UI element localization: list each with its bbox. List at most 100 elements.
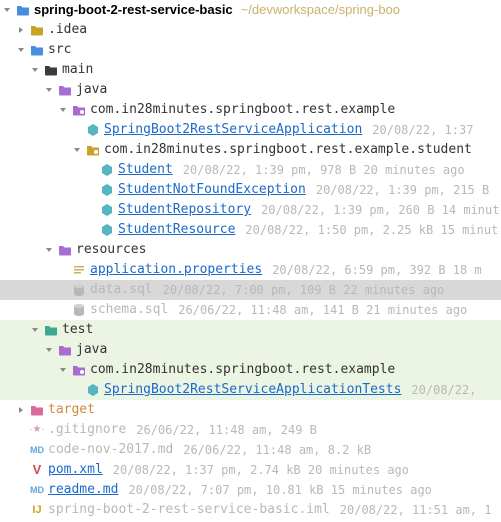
file-meta: 20/08/22, 1:50 pm, 2.25 kB 15 minut <box>235 220 498 240</box>
tree-label: code-nov-2017.md <box>46 440 173 460</box>
folder-main[interactable]: main <box>0 60 501 80</box>
file-meta: ~/devworkspace/spring-boo <box>233 0 400 20</box>
class-app[interactable]: SpringBoot2RestServiceApplication20/08/2… <box>0 120 501 140</box>
tree-label: com.in28minutes.springboot.rest.example.… <box>102 140 472 160</box>
folder-idea[interactable]: .idea <box>0 20 501 40</box>
properties-file-icon <box>70 264 88 276</box>
maven-icon: V <box>28 460 46 480</box>
file-meta: 20/08/22, 1:37 pm, 2.74 kB 20 minutes ag… <box>103 460 409 480</box>
tree-label: target <box>46 400 95 420</box>
class-student[interactable]: Student20/08/22, 1:39 pm, 978 B 20 minut… <box>0 160 501 180</box>
class-icon <box>98 223 116 237</box>
file-meta: 26/06/22, 11:48 am, 249 B <box>126 420 317 440</box>
tree-label: StudentNotFoundException <box>116 180 306 200</box>
class-icon <box>98 183 116 197</box>
class-student-res[interactable]: StudentResource20/08/22, 1:50 pm, 2.25 k… <box>0 220 501 240</box>
class-icon <box>98 163 116 177</box>
markdown-icon: MD <box>28 480 46 500</box>
resources-folder-icon <box>56 244 74 256</box>
chevron-down-icon[interactable] <box>0 6 14 14</box>
package-test[interactable]: com.in28minutes.springboot.rest.example <box>0 360 501 380</box>
class-icon <box>84 123 102 137</box>
chevron-down-icon[interactable] <box>56 106 70 114</box>
package-student[interactable]: com.in28minutes.springboot.rest.example.… <box>0 140 501 160</box>
tree-label: SpringBoot2RestServiceApplicationTests <box>102 380 401 400</box>
chevron-down-icon[interactable] <box>56 366 70 374</box>
folder-icon <box>28 44 46 56</box>
tree-label: test <box>60 320 93 340</box>
folder-icon <box>28 404 46 416</box>
sql-file-icon <box>70 303 88 317</box>
tree-label: readme.md <box>46 480 118 500</box>
markdown-icon: MD <box>28 440 46 460</box>
chevron-right-icon[interactable] <box>14 26 28 34</box>
file-gitignore[interactable]: ·★·.gitignore26/06/22, 11:48 am, 249 B <box>0 420 501 440</box>
interface-icon <box>98 203 116 217</box>
gitignore-icon: ·★· <box>28 420 46 440</box>
file-app-props[interactable]: application.properties20/08/22, 6:59 pm,… <box>0 260 501 280</box>
folder-java[interactable]: java <box>0 80 501 100</box>
class-icon <box>84 383 102 397</box>
file-schema-sql[interactable]: schema.sql26/06/22, 11:48 am, 141 B 21 m… <box>0 300 501 320</box>
tree-label: src <box>46 40 71 60</box>
chevron-down-icon[interactable] <box>42 86 56 94</box>
chevron-down-icon[interactable] <box>28 66 42 74</box>
sql-file-icon <box>70 283 88 297</box>
file-pom[interactable]: Vpom.xml20/08/22, 1:37 pm, 2.74 kB 20 mi… <box>0 460 501 480</box>
chevron-down-icon[interactable] <box>14 46 28 54</box>
tree-label: pom.xml <box>46 460 103 480</box>
tree-label: SpringBoot2RestServiceApplication <box>102 120 362 140</box>
file-code-md[interactable]: MDcode-nov-2017.md26/06/22, 11:48 am, 8.… <box>0 440 501 460</box>
folder-resources[interactable]: resources <box>0 240 501 260</box>
file-meta: 20/08/22, 7:00 pm, 109 B 22 minutes ago <box>153 280 445 300</box>
chevron-down-icon[interactable] <box>42 246 56 254</box>
chevron-down-icon[interactable] <box>42 346 56 354</box>
file-meta: 26/06/22, 11:48 am, 8.2 kB <box>173 440 371 460</box>
tree-label: application.properties <box>88 260 262 280</box>
project-folder-icon <box>14 4 32 16</box>
class-test[interactable]: SpringBoot2RestServiceApplicationTests20… <box>0 380 501 400</box>
folder-src[interactable]: src <box>0 40 501 60</box>
project-tree: spring-boot-2-rest-service-basic~/devwor… <box>0 0 501 520</box>
tree-label: java <box>74 80 107 100</box>
tree-label: StudentResource <box>116 220 235 240</box>
package-example[interactable]: com.in28minutes.springboot.rest.example <box>0 100 501 120</box>
tree-label: com.in28minutes.springboot.rest.example <box>88 360 395 380</box>
tree-label: Student <box>116 160 173 180</box>
tree-label: StudentRepository <box>116 200 251 220</box>
file-meta: 20/08/22, 1:37 <box>362 120 473 140</box>
java-folder-icon <box>56 84 74 96</box>
tree-label: resources <box>74 240 146 260</box>
iml-icon: IJ <box>28 500 46 520</box>
file-meta: 20/08/22, 11:51 am, 1 <box>330 500 492 520</box>
java-folder-icon <box>56 344 74 356</box>
chevron-down-icon[interactable] <box>70 146 84 154</box>
class-student-nf[interactable]: StudentNotFoundException20/08/22, 1:39 p… <box>0 180 501 200</box>
folder-test[interactable]: test <box>0 320 501 340</box>
chevron-right-icon[interactable] <box>14 406 28 414</box>
package-icon <box>70 364 88 376</box>
folder-icon <box>42 64 60 76</box>
file-readme[interactable]: MDreadme.md20/08/22, 7:07 pm, 10.81 kB 1… <box>0 480 501 500</box>
file-meta: 20/08/22, 6:59 pm, 392 B 18 m <box>262 260 482 280</box>
package-icon <box>70 104 88 116</box>
file-iml[interactable]: IJspring-boot-2-rest-service-basic.iml20… <box>0 500 501 520</box>
folder-target[interactable]: target <box>0 400 501 420</box>
folder-icon <box>28 24 46 36</box>
tree-label: schema.sql <box>88 300 168 320</box>
project-root[interactable]: spring-boot-2-rest-service-basic~/devwor… <box>0 0 501 20</box>
file-data-sql[interactable]: data.sql20/08/22, 7:00 pm, 109 B 22 minu… <box>0 280 501 300</box>
tree-label: java <box>74 340 107 360</box>
interface-student-repo[interactable]: StudentRepository20/08/22, 1:39 pm, 260 … <box>0 200 501 220</box>
chevron-down-icon[interactable] <box>28 326 42 334</box>
package-icon <box>84 144 102 156</box>
file-meta: 26/06/22, 11:48 am, 141 B 21 minutes ago <box>168 300 467 320</box>
tree-label: spring-boot-2-rest-service-basic <box>32 0 233 20</box>
tree-label: com.in28minutes.springboot.rest.example <box>88 100 395 120</box>
file-meta: 20/08/22, 1:39 pm, 215 B <box>306 180 489 200</box>
tree-label: .gitignore <box>46 420 126 440</box>
tree-label: data.sql <box>88 280 153 300</box>
folder-test-java[interactable]: java <box>0 340 501 360</box>
folder-icon <box>42 324 60 336</box>
file-meta: 20/08/22, 7:07 pm, 10.81 kB 15 minutes a… <box>118 480 431 500</box>
